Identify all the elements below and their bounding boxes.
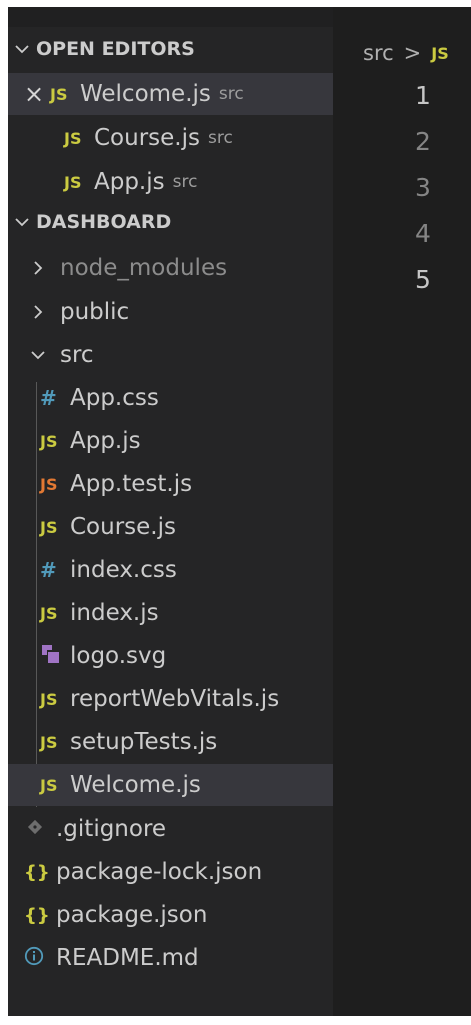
frame-top (0, 0, 471, 7)
close-icon[interactable]: × (24, 82, 50, 106)
frame-bottom (0, 1016, 471, 1025)
file-welcome-js[interactable]: JS Welcome.js (8, 764, 365, 806)
folder-public[interactable]: public (8, 291, 349, 333)
file-report-web-vitals-js[interactable]: JS reportWebVitals.js (8, 678, 365, 720)
file-name: package-lock.json (56, 859, 263, 885)
js-test-icon: JS (40, 474, 58, 494)
dashboard-header[interactable]: DASHBOARD (8, 201, 333, 243)
css-hash-icon: # (40, 558, 57, 582)
line-number: 5 (415, 265, 431, 294)
info-icon (24, 946, 56, 970)
file-name: App.test.js (70, 471, 193, 497)
sidebar-top-strip (8, 7, 333, 27)
breadcrumb: src > JS (363, 41, 449, 65)
chevron-right-icon (24, 261, 52, 275)
file-package-lock-json[interactable]: {} package-lock.json (8, 851, 349, 893)
open-editor-description: src (207, 128, 233, 148)
file-name: Course.js (70, 514, 176, 540)
editor-pane: src > JS 1 2 3 4 5 (333, 7, 471, 1016)
file-name: index.js (70, 600, 159, 626)
git-icon (26, 818, 56, 840)
js-icon[interactable]: JS (431, 44, 448, 63)
js-icon: JS (40, 431, 58, 451)
open-editor-description: src (218, 84, 244, 104)
open-editor-item-course[interactable]: JS Course.js src (8, 117, 389, 159)
folder-src[interactable]: src (8, 334, 349, 376)
file-name: index.css (70, 557, 177, 583)
braces-icon: {} (24, 904, 50, 926)
css-hash-icon: # (40, 386, 57, 410)
chevron-right-icon (24, 305, 52, 319)
braces-icon: {} (24, 861, 50, 883)
file-readme-md[interactable]: README.md (8, 937, 349, 979)
file-name: logo.svg (70, 643, 167, 669)
open-editor-item-app[interactable]: JS App.js src (8, 161, 389, 203)
file-name: Welcome.js (70, 772, 201, 798)
file-name: App.js (70, 428, 141, 454)
folder-name: public (60, 299, 130, 325)
js-icon: JS (40, 689, 58, 709)
chevron-down-icon (24, 350, 52, 360)
open-editor-description: src (172, 172, 198, 192)
open-editor-item-welcome[interactable]: × JS Welcome.js src (8, 73, 333, 115)
open-editor-name: App.js (94, 169, 165, 195)
breadcrumb-folder[interactable]: src (363, 41, 394, 65)
open-editors-header[interactable]: OPEN EDITORS (8, 28, 333, 70)
open-editor-name: Course.js (94, 125, 200, 151)
dashboard-title: DASHBOARD (36, 211, 172, 233)
breadcrumb-separator: > (403, 41, 422, 65)
js-icon: JS (40, 603, 58, 623)
explorer-sidebar: OPEN EDITORS × JS Welcome.js src JS Cour… (8, 7, 365, 1016)
file-setup-tests-js[interactable]: JS setupTests.js (8, 721, 365, 763)
frame-left (0, 0, 8, 1025)
file-name: .gitignore (56, 816, 167, 842)
chevron-down-icon (8, 217, 36, 227)
file-app-css[interactable]: # App.css (8, 377, 365, 419)
js-icon: JS (40, 732, 58, 752)
file-course-js[interactable]: JS Course.js (8, 506, 365, 548)
js-icon: JS (40, 775, 58, 795)
file-index-js[interactable]: JS index.js (8, 592, 365, 634)
svg-file-icon (40, 643, 70, 669)
folder-node-modules[interactable]: node_modules (8, 247, 349, 289)
file-logo-svg[interactable]: logo.svg (8, 635, 365, 677)
file-package-json[interactable]: {} package.json (8, 894, 349, 936)
file-name: package.json (56, 902, 208, 928)
js-icon: JS (50, 84, 68, 104)
line-number: 1 (415, 81, 431, 110)
line-number: 3 (415, 173, 431, 202)
open-editor-name: Welcome.js (80, 81, 211, 107)
js-icon: JS (64, 172, 82, 192)
open-editors-title: OPEN EDITORS (36, 38, 195, 60)
file-app-js[interactable]: JS App.js (8, 420, 365, 462)
file-gitignore[interactable]: .gitignore (8, 808, 351, 850)
js-icon: JS (64, 128, 82, 148)
js-icon: JS (40, 517, 58, 537)
line-number: 2 (415, 127, 431, 156)
file-name: reportWebVitals.js (70, 686, 280, 712)
file-name: README.md (56, 945, 199, 971)
file-name: App.css (70, 385, 159, 411)
folder-name: src (60, 342, 94, 368)
file-index-css[interactable]: # index.css (8, 549, 365, 591)
chevron-down-icon (8, 44, 36, 54)
file-name: setupTests.js (70, 729, 218, 755)
folder-name: node_modules (60, 255, 228, 281)
line-number: 4 (415, 219, 431, 248)
file-app-test-js[interactable]: JS App.test.js (8, 463, 365, 505)
